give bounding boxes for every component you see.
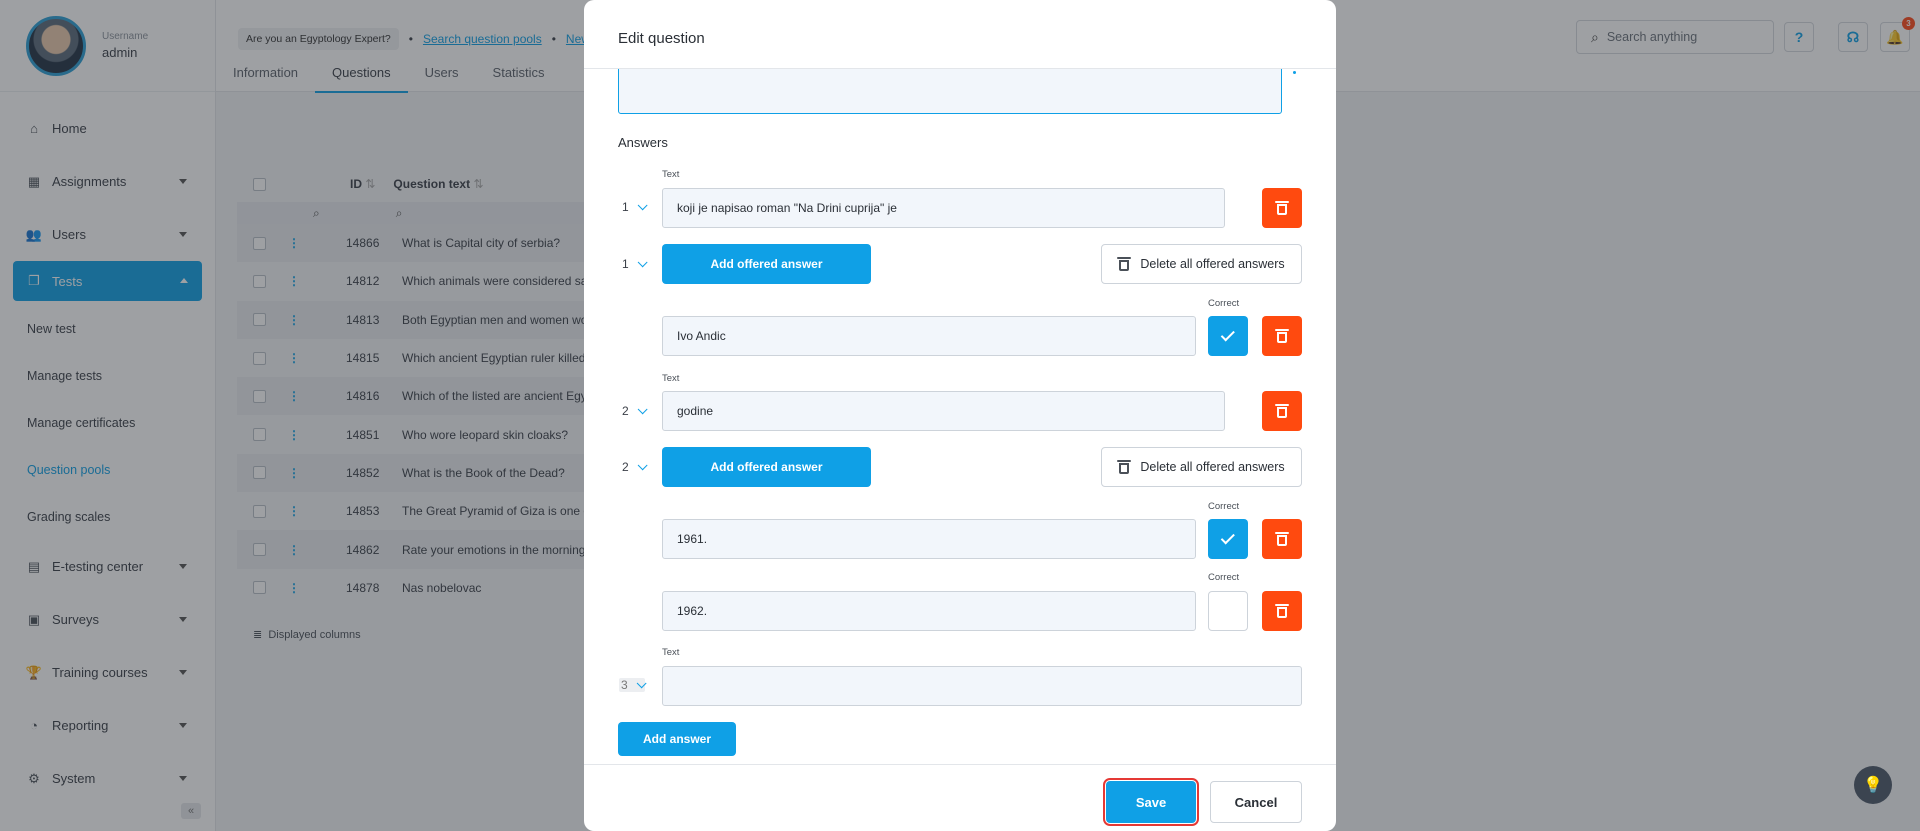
correct-checkbox[interactable] — [1208, 316, 1248, 356]
question-text-field[interactable] — [618, 69, 1282, 114]
offered-answer-input[interactable]: 1962. — [662, 591, 1196, 631]
answer-number-dropdown[interactable]: 3 — [619, 677, 647, 692]
answer-text-label: Text — [662, 647, 680, 658]
add-offered-answer-button[interactable]: Add offered answer — [662, 447, 871, 487]
chevron-down-icon — [637, 199, 648, 210]
cancel-button[interactable]: Cancel — [1210, 781, 1302, 823]
lightbulb-icon[interactable]: 💡 — [1854, 766, 1892, 804]
correct-checkbox[interactable] — [1208, 591, 1248, 631]
edit-question-dialog: Edit question Answers Text 1 koji je nap… — [584, 0, 1336, 831]
add-offered-answer-button[interactable]: Add offered answer — [662, 244, 871, 284]
answer-text-label: Text — [662, 373, 680, 384]
correct-label: Correct — [1208, 572, 1240, 583]
answer-text-input[interactable]: koji je napisao roman "Na Drini cuprija"… — [662, 188, 1225, 228]
dialog-title: Edit question — [584, 0, 1336, 69]
delete-offered-answer-button[interactable] — [1262, 591, 1302, 631]
trash-icon — [1117, 257, 1132, 271]
delete-answer-button[interactable] — [1262, 391, 1302, 431]
correct-label: Correct — [1208, 298, 1240, 309]
chevron-down-icon — [637, 403, 648, 414]
trash-icon — [1275, 329, 1289, 343]
chevron-down-icon — [637, 459, 648, 470]
save-button[interactable]: Save — [1103, 778, 1199, 826]
correct-checkbox[interactable] — [1208, 519, 1248, 559]
chevron-down-icon — [636, 677, 647, 688]
dialog-footer: Save Cancel — [584, 764, 1336, 831]
answer-number-dropdown[interactable]: 1 — [622, 199, 648, 214]
delete-answer-button[interactable] — [1262, 188, 1302, 228]
offered-number-dropdown[interactable]: 2 — [622, 459, 648, 474]
correct-label: Correct — [1208, 501, 1240, 512]
answer-number-dropdown[interactable]: 2 — [622, 403, 648, 418]
add-answer-button[interactable]: Add answer — [618, 722, 736, 756]
chevron-down-icon — [637, 256, 648, 267]
delete-offered-answer-button[interactable] — [1262, 316, 1302, 356]
answer-text-input[interactable] — [662, 666, 1302, 706]
delete-all-offered-answers-button[interactable]: Delete all offered answers — [1101, 447, 1302, 487]
check-icon — [1220, 326, 1235, 341]
dialog-body: Answers Text 1 koji je napisao roman "Na… — [584, 69, 1336, 763]
trash-icon — [1275, 404, 1289, 418]
offered-answer-input[interactable]: Ivo Andic — [662, 316, 1196, 356]
answers-heading: Answers — [618, 135, 668, 150]
answer-text-input[interactable]: godine — [662, 391, 1225, 431]
trash-icon — [1275, 532, 1289, 546]
offered-number-dropdown[interactable]: 1 — [622, 256, 648, 271]
check-icon — [1220, 529, 1235, 544]
scrollbar[interactable] — [1293, 71, 1296, 74]
delete-all-offered-answers-button[interactable]: Delete all offered answers — [1101, 244, 1302, 284]
answer-text-label: Text — [662, 169, 680, 180]
trash-icon — [1275, 604, 1289, 618]
trash-icon — [1275, 201, 1289, 215]
delete-offered-answer-button[interactable] — [1262, 519, 1302, 559]
offered-answer-input[interactable]: 1961. — [662, 519, 1196, 559]
trash-icon — [1117, 460, 1132, 474]
